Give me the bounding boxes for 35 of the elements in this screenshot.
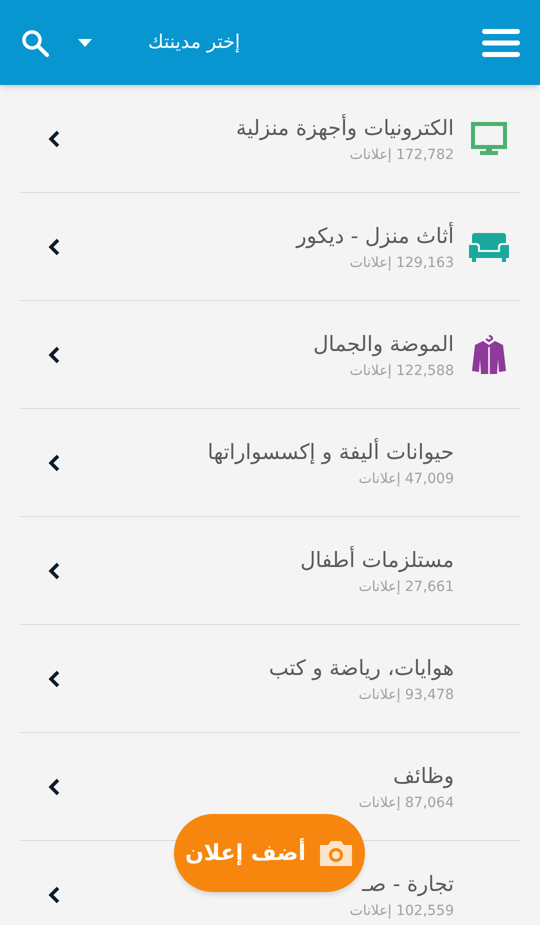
ad-count: 87,064 إعلانات	[358, 794, 454, 814]
chevron-left-icon[interactable]	[48, 238, 60, 256]
ad-count: 122,588 إعلانات	[350, 362, 454, 382]
chevron-left-icon[interactable]	[48, 562, 60, 580]
chevron-left-icon[interactable]	[48, 670, 60, 688]
category-title: هوايات، رياضة و كتب	[268, 654, 454, 682]
city-picker[interactable]: إختر مدينتك	[148, 28, 240, 57]
category-title: تجارة - صـ	[362, 870, 454, 898]
category-title: مستلزمات أطفال	[300, 546, 454, 574]
category-title: الموضة والجمال	[313, 330, 454, 358]
category-row[interactable]: أثاث منزل - ديكور 129,163 إعلانات	[20, 193, 520, 301]
chevron-left-icon[interactable]	[48, 886, 60, 904]
category-row[interactable]: الكترونيات وأجهزة منزلية 172,782 إعلانات	[20, 85, 520, 193]
ad-count: 27,661 إعلانات	[358, 578, 454, 598]
ad-count: 93,478 إعلانات	[358, 686, 454, 706]
chevron-left-icon[interactable]	[48, 778, 60, 796]
dropdown-caret-icon[interactable]	[78, 38, 92, 46]
category-title: حيوانات أليفة و إكسسواراتها	[207, 438, 454, 466]
chevron-left-icon[interactable]	[48, 130, 60, 148]
ad-count: 129,163 إعلانات	[350, 254, 454, 274]
search-icon[interactable]	[20, 28, 50, 58]
category-row[interactable]: حيوانات أليفة و إكسسواراتها 47,009 إعلانات	[20, 409, 520, 517]
category-row[interactable]: مستلزمات أطفال 27,661 إعلانات	[20, 517, 520, 625]
category-title: وظائف	[393, 762, 454, 790]
category-title: أثاث منزل - ديكور	[296, 222, 454, 250]
chevron-left-icon[interactable]	[48, 454, 60, 472]
ad-count: 172,782 إعلانات	[350, 146, 454, 166]
category-row[interactable]: هوايات، رياضة و كتب 93,478 إعلانات	[20, 625, 520, 733]
camera-icon	[318, 839, 354, 867]
ad-count: 102,559 إعلانات	[350, 902, 454, 922]
category-row[interactable]: الموضة والجمال 122,588 إعلانات	[20, 301, 520, 409]
menu-icon[interactable]	[482, 28, 520, 56]
category-title: الكترونيات وأجهزة منزلية	[236, 114, 454, 142]
chevron-left-icon[interactable]	[48, 346, 60, 364]
ad-count: 47,009 إعلانات	[358, 470, 454, 490]
